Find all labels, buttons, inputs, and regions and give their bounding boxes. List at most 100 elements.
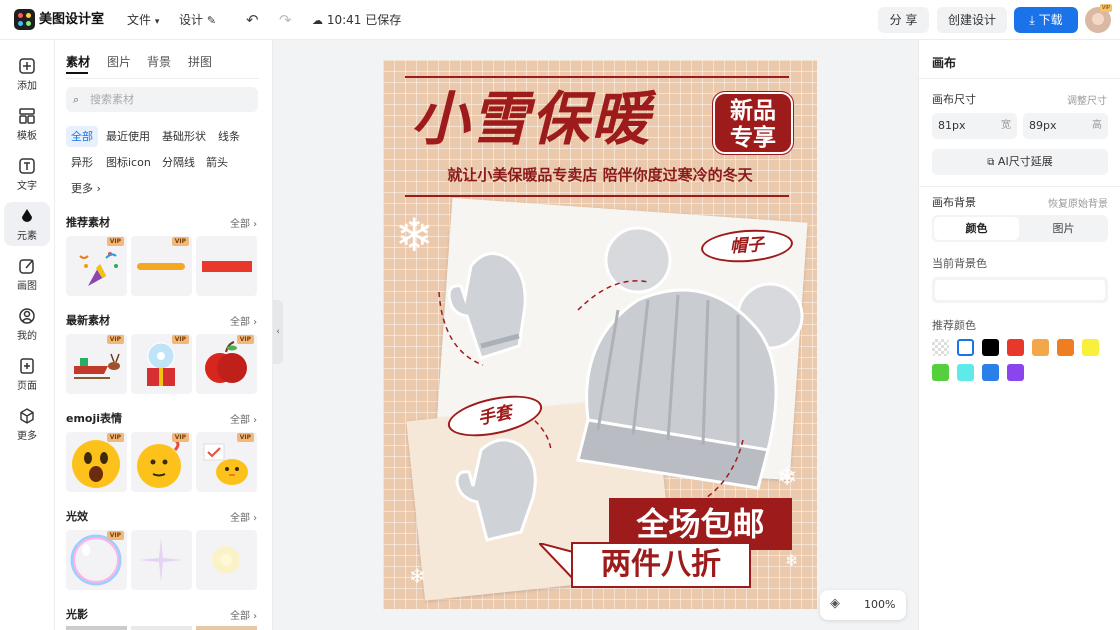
- material-thumb[interactable]: VIP: [66, 334, 127, 394]
- vip-badge: VIP: [106, 531, 124, 540]
- tab-bg-color[interactable]: 颜色: [934, 217, 1019, 240]
- create-design-button[interactable]: 创建设计: [937, 7, 1007, 33]
- vip-badge: VIP: [106, 433, 124, 442]
- current-bg-color-field[interactable]: [932, 277, 1108, 303]
- material-thumb[interactable]: [131, 530, 192, 590]
- section-title-recommended: 推荐素材: [66, 216, 110, 229]
- snowflake-icon[interactable]: ❄: [777, 465, 797, 489]
- design-menu[interactable]: 设计 ✎: [179, 0, 216, 40]
- snowflake-icon[interactable]: ❄: [395, 212, 434, 258]
- save-status-text: 10:41 已保存: [326, 13, 402, 27]
- swatch-light-orange[interactable]: [1032, 339, 1049, 356]
- swatch-yellow[interactable]: [1082, 339, 1099, 356]
- ai-extend-label: AI尺寸延展: [997, 155, 1053, 168]
- vip-badge: VIP: [171, 237, 189, 246]
- tab-image[interactable]: 图片: [107, 53, 131, 70]
- swatch-white[interactable]: [957, 339, 974, 356]
- search-input[interactable]: ⌕ 搜索素材: [66, 87, 258, 112]
- tab-material[interactable]: 素材: [66, 53, 90, 70]
- chip-divider[interactable]: 分隔线: [157, 152, 200, 173]
- swatch-green[interactable]: [932, 364, 949, 381]
- nav-mine-label: 我的: [17, 331, 37, 342]
- swatch-transparent[interactable]: [932, 339, 949, 356]
- material-thumb[interactable]: VIP: [66, 236, 127, 296]
- chip-line[interactable]: 线条: [213, 126, 245, 147]
- material-panel: 素材 图片 背景 拼图 ⌕ 搜索素材 全部 最近使用 基础形状 线条 异形 图标…: [55, 40, 273, 630]
- file-menu-label: 文件: [127, 13, 152, 27]
- swatch-cyan[interactable]: [957, 364, 974, 381]
- zoom-level[interactable]: 100%: [864, 590, 895, 620]
- panel-title: 画布: [932, 56, 957, 70]
- nav-page[interactable]: 页面: [4, 352, 50, 396]
- chevron-left-icon: ‹: [276, 327, 280, 337]
- tab-background[interactable]: 背景: [147, 53, 171, 70]
- chip-all[interactable]: 全部: [66, 126, 98, 147]
- redo-icon[interactable]: ↷: [279, 0, 292, 40]
- chip-irregular[interactable]: 异形: [66, 152, 98, 173]
- section-all-light-shadow[interactable]: 全部 ›: [230, 607, 257, 622]
- element-icon: [22, 209, 32, 222]
- chip-basic-shape[interactable]: 基础形状: [157, 126, 211, 147]
- download-icon: ⤓: [1029, 13, 1035, 27]
- swatch-red[interactable]: [1007, 339, 1024, 356]
- nav-template[interactable]: 模板: [4, 102, 50, 146]
- app-logo-icon[interactable]: [14, 9, 35, 30]
- section-all-light-effect[interactable]: 全部 ›: [230, 509, 257, 524]
- snowflake-icon[interactable]: ❄: [785, 553, 798, 569]
- user-icon: [19, 308, 35, 324]
- recommended-colors-label: 推荐颜色: [932, 319, 976, 332]
- collapse-panel-handle[interactable]: ‹: [273, 300, 283, 364]
- material-thumb[interactable]: VIP: [66, 530, 127, 590]
- material-thumb[interactable]: VIP: [66, 432, 127, 492]
- nav-add[interactable]: 添加: [4, 52, 50, 96]
- divider: [919, 78, 1120, 79]
- section-all-recommended[interactable]: 全部 ›: [230, 215, 257, 230]
- chip-recent[interactable]: 最近使用: [101, 126, 155, 147]
- material-thumb[interactable]: VIP: [196, 432, 257, 492]
- section-title-light-shadow: 光影: [66, 608, 88, 621]
- download-button[interactable]: ⤓ 下载: [1014, 7, 1078, 33]
- nav-text[interactable]: 文字: [4, 152, 50, 196]
- material-thumb[interactable]: [196, 530, 257, 590]
- app-name: 美图设计室: [39, 12, 105, 27]
- material-thumb[interactable]: VIP: [196, 334, 257, 394]
- chip-arrow[interactable]: 箭头: [201, 152, 233, 173]
- tab-collage[interactable]: 拼图: [188, 53, 212, 70]
- material-thumb[interactable]: VIP: [131, 334, 192, 394]
- material-thumb[interactable]: [196, 626, 257, 630]
- current-bg-swatch: [935, 280, 1105, 300]
- tab-bg-image[interactable]: 图片: [1021, 217, 1106, 240]
- layers-icon[interactable]: ◈: [830, 596, 840, 611]
- material-thumb[interactable]: VIP: [131, 432, 192, 492]
- chip-more[interactable]: 更多 ›: [66, 178, 106, 199]
- current-bg-label: 当前背景色: [932, 257, 987, 270]
- swatch-blue[interactable]: [982, 364, 999, 381]
- width-field[interactable]: 81px 宽: [932, 113, 1017, 139]
- nav-mine[interactable]: 我的: [4, 302, 50, 346]
- file-menu[interactable]: 文件 ▾: [127, 0, 159, 40]
- snowflake-icon[interactable]: ❄: [409, 566, 426, 586]
- swatch-orange[interactable]: [1057, 339, 1074, 356]
- nav-element[interactable]: 元素: [4, 202, 50, 246]
- swatch-black[interactable]: [982, 339, 999, 356]
- material-thumb[interactable]: [66, 626, 127, 630]
- restore-bg-link[interactable]: 恢复原始背景: [1048, 195, 1108, 210]
- height-field[interactable]: 89px 高: [1023, 113, 1108, 139]
- width-unit: 宽: [1001, 120, 1011, 131]
- swatch-purple[interactable]: [1007, 364, 1024, 381]
- chip-icon[interactable]: 图标icon: [101, 152, 156, 173]
- nav-more[interactable]: 更多: [4, 402, 50, 446]
- share-button[interactable]: 分 享: [878, 7, 929, 33]
- nav-draw[interactable]: 画图: [4, 252, 50, 296]
- section-all-newest[interactable]: 全部 ›: [230, 313, 257, 328]
- ai-extend-button[interactable]: ⧉ AI尺寸延展: [932, 149, 1108, 175]
- undo-icon[interactable]: ↶: [246, 0, 259, 40]
- design-canvas[interactable]: 小雪保暖 新品 专享 就让小美保暖品专卖店 陪伴你度过寒冷的冬天 帽子 手套 ❄…: [383, 60, 817, 609]
- section-all-emoji[interactable]: 全部 ›: [230, 411, 257, 426]
- adjust-size-link[interactable]: 调整尺寸: [1067, 92, 1107, 107]
- zoom-control[interactable]: ◈ 100%: [820, 590, 906, 620]
- discount-banner[interactable]: 两件八折: [571, 542, 751, 588]
- material-thumb[interactable]: [196, 236, 257, 296]
- material-thumb[interactable]: VIP: [131, 236, 192, 296]
- material-thumb[interactable]: [131, 626, 192, 630]
